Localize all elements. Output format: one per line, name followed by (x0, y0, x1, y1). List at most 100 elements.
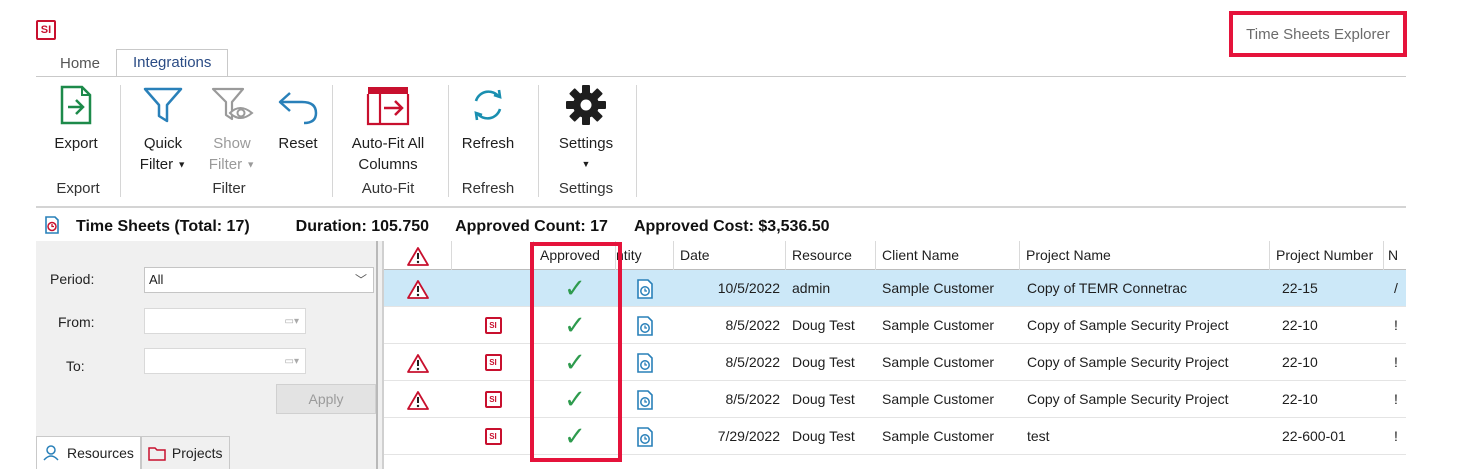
summary-duration: Duration: 105.750 (295, 218, 430, 235)
folder-icon (148, 447, 166, 461)
date-cell: 8/5/2022 (725, 317, 781, 333)
next-column-cell: / (1394, 280, 1398, 296)
column-header-next[interactable]: N (1384, 241, 1406, 270)
column-header-warning[interactable] (384, 241, 452, 270)
warning-cell (384, 418, 452, 455)
resource-cell: Doug Test (792, 354, 855, 370)
ribbon: Export Export Quick Filter ▼ Show Filter… (36, 77, 1406, 205)
export-button[interactable]: Export (46, 77, 106, 154)
table-row[interactable]: ✓ 10/5/2022 admin Sample Customer Copy of TE… (384, 270, 1406, 307)
entity-cell (616, 307, 674, 344)
grid-header: Approved ntity Date Resource Client Name… (384, 241, 1406, 270)
period-select[interactable]: All ﹀ (144, 267, 374, 293)
project-number-cell: 22-15 (1282, 280, 1318, 296)
warning-icon (407, 279, 429, 299)
chevron-down-icon: ▼ (246, 159, 256, 170)
tab-resources[interactable]: Resources (36, 436, 141, 469)
summary-approved-cost: Approved Cost: $3,536.50 (633, 218, 830, 235)
refresh-label: Refresh (461, 135, 515, 152)
approved-check-icon: ✓ (564, 421, 586, 451)
table-row[interactable]: SI ✓ 8/5/2022 Doug Test Sample Customer Copy … (384, 307, 1406, 344)
warning-cell (384, 270, 452, 307)
app-logo: SI (36, 20, 56, 40)
date-cell: 7/29/2022 (717, 428, 780, 444)
quick-filter-label: Quick (143, 135, 183, 152)
calendar-dropdown-icon[interactable]: ▭▾ (285, 356, 299, 367)
resource-cell: Doug Test (792, 391, 855, 407)
timesheet-icon (44, 215, 60, 239)
export-label: Export (54, 135, 98, 152)
next-column-cell: ! (1394, 391, 1398, 407)
show-filter-button[interactable]: Show Filter ▼ (200, 77, 264, 176)
undo-arrow-icon (276, 77, 320, 133)
autofit-label: Auto-Fit All (351, 135, 425, 152)
project-name-cell: Copy of TEMR Connetrac (1027, 280, 1188, 296)
group-refresh-label: Refresh (461, 180, 515, 197)
refresh-button[interactable]: Refresh (456, 77, 520, 154)
column-header-client-name[interactable]: Client Name (876, 241, 1020, 270)
from-label: From: (58, 314, 95, 330)
client-name-cell: Sample Customer (882, 354, 995, 370)
from-date-field[interactable]: ▭▾ (144, 308, 306, 334)
project-number-cell: 22-10 (1282, 317, 1318, 333)
table-row[interactable]: SI ✓ 8/5/2022 Doug Test Sample Customer Copy … (384, 344, 1406, 381)
date-cell: 8/5/2022 (725, 354, 781, 370)
tab-projects-label: Projects (171, 445, 223, 461)
reset-button[interactable]: Reset (270, 77, 326, 154)
table-row[interactable]: SI ✓ 7/29/2022 Doug Test Sample Customer test… (384, 418, 1406, 455)
source-cell: SI (452, 381, 534, 418)
settings-label: Settings (558, 135, 614, 152)
chevron-down-icon: ▼ (581, 159, 591, 169)
project-name-cell: test (1027, 428, 1050, 444)
column-header-source[interactable] (452, 241, 534, 270)
chevron-down-icon: ▼ (177, 159, 187, 170)
calendar-dropdown-icon[interactable]: ▭▾ (285, 316, 299, 327)
next-column-cell: ! (1394, 317, 1398, 333)
resource-cell: Doug Test (792, 428, 855, 444)
entity-cell (616, 344, 674, 381)
refresh-icon (468, 77, 508, 133)
tab-home[interactable]: Home (44, 51, 116, 77)
date-cell: 8/5/2022 (725, 391, 781, 407)
warning-cell (384, 307, 452, 344)
next-column-cell: ! (1394, 428, 1398, 444)
settings-button[interactable]: Settings ▼ (550, 77, 622, 175)
timesheet-icon (636, 426, 654, 447)
filter-icon (142, 77, 184, 133)
date-cell: 10/5/2022 (717, 280, 780, 296)
source-cell (452, 270, 534, 307)
table-row[interactable]: SI ✓ 8/5/2022 Doug Test Sample Customer Copy … (384, 381, 1406, 418)
group-separator (538, 85, 539, 197)
source-cell: SI (452, 344, 534, 381)
next-column-cell: ! (1394, 354, 1398, 370)
approved-check-icon: ✓ (564, 273, 586, 303)
period-value: All (149, 272, 164, 287)
autofit-columns-button[interactable]: Auto-Fit All Columns (338, 77, 438, 175)
group-settings-label: Settings (558, 180, 614, 197)
group-separator (332, 85, 333, 197)
panel-splitter[interactable] (376, 241, 384, 469)
column-header-approved[interactable]: Approved (534, 241, 616, 270)
column-header-resource[interactable]: Resource (786, 241, 876, 270)
client-name-cell: Sample Customer (882, 317, 995, 333)
approved-check-icon: ✓ (564, 347, 586, 377)
source-cell: SI (452, 307, 534, 344)
project-name-cell: Copy of Sample Security Project (1027, 354, 1229, 370)
ribbon-tabs: Home Integrations (44, 49, 229, 77)
warning-icon (406, 246, 429, 266)
show-filter-icon (210, 77, 254, 133)
tab-integrations[interactable]: Integrations (116, 49, 229, 77)
project-name-cell: Copy of Sample Security Project (1027, 391, 1229, 407)
column-header-entity[interactable]: ntity (616, 241, 674, 270)
quick-filter-button[interactable]: Quick Filter ▼ (132, 77, 194, 176)
tab-projects[interactable]: Projects (140, 436, 230, 469)
gear-icon (564, 77, 608, 133)
group-separator (120, 85, 121, 197)
apply-button[interactable]: Apply (276, 384, 376, 414)
column-header-date[interactable]: Date (674, 241, 786, 270)
column-header-project-name[interactable]: Project Name (1020, 241, 1270, 270)
column-header-project-number[interactable]: Project Number (1270, 241, 1384, 270)
summary-bar: Time Sheets (Total: 17) Duration: 105.75… (44, 215, 856, 239)
show-filter-label: Show (213, 135, 251, 152)
to-date-field[interactable]: ▭▾ (144, 348, 306, 374)
